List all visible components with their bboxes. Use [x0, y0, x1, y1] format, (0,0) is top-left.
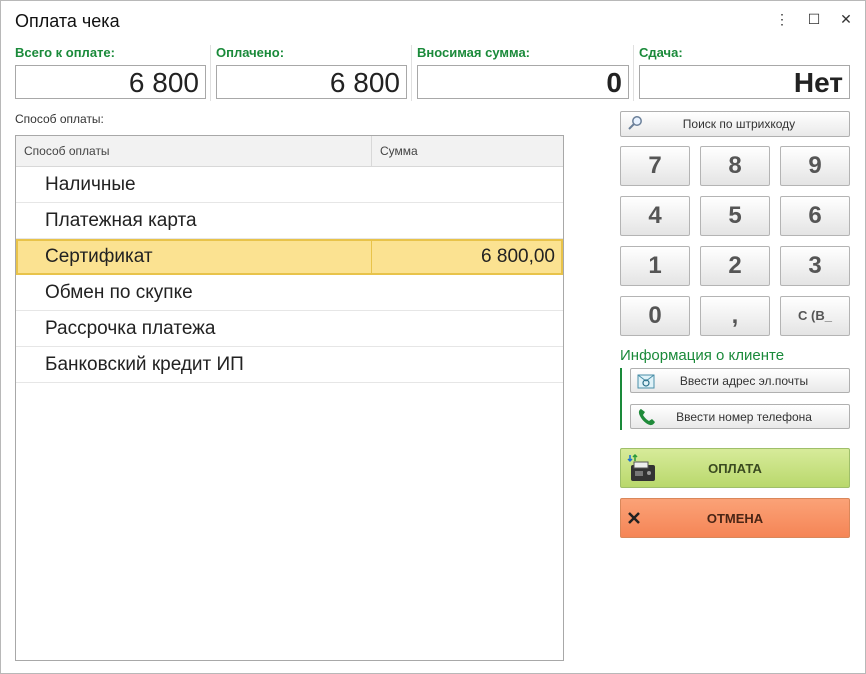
row-amount	[372, 347, 563, 382]
key-0[interactable]: 0	[620, 296, 690, 336]
key-8[interactable]: 8	[700, 146, 770, 186]
deposit-input[interactable]: 0	[417, 65, 629, 99]
key-comma[interactable]: ,	[700, 296, 770, 336]
row-amount	[372, 203, 563, 238]
divider	[411, 45, 412, 101]
table-row[interactable]: Наличные	[16, 167, 563, 203]
more-menu-icon[interactable]: ⋮	[775, 11, 789, 28]
pay-label: ОПЛАТА	[708, 460, 762, 476]
change-label: Сдача:	[639, 45, 683, 60]
table-row-selected[interactable]: Сертификат 6 800,00	[16, 239, 563, 275]
table-row[interactable]: Платежная карта	[16, 203, 563, 239]
total-value: 6 800	[15, 65, 206, 99]
row-amount	[372, 311, 563, 346]
close-x-icon	[627, 511, 663, 525]
row-method: Банковский кредит ИП	[45, 354, 244, 375]
divider	[633, 45, 634, 101]
window-title: Оплата чека	[15, 11, 120, 31]
row-amount	[372, 275, 563, 310]
table-row[interactable]: Рассрочка платежа	[16, 311, 563, 347]
payment-method-label: Способ оплаты:	[15, 112, 104, 126]
email-icon	[637, 372, 659, 390]
paid-label: Оплачено:	[216, 45, 285, 60]
cancel-label: ОТМЕНА	[706, 510, 764, 526]
key-1[interactable]: 1	[620, 246, 690, 286]
row-method: Рассрочка платежа	[45, 318, 216, 339]
row-method: Сертификат	[16, 239, 372, 274]
enter-email-button[interactable]: Ввести адрес эл.почты	[630, 368, 850, 393]
key-9[interactable]: 9	[780, 146, 850, 186]
enter-phone-label: Ввести номер телефона	[676, 409, 812, 424]
pay-button[interactable]: ОПЛАТА	[620, 448, 850, 488]
change-value: Нет	[639, 65, 850, 99]
phone-icon	[637, 407, 659, 427]
key-clear[interactable]: С (В_	[780, 296, 850, 336]
row-method: Обмен по скупке	[45, 282, 193, 303]
key-3[interactable]: 3	[780, 246, 850, 286]
paid-value: 6 800	[216, 65, 407, 99]
row-method: Платежная карта	[45, 210, 197, 231]
cash-register-icon	[627, 453, 663, 483]
payment-dialog: Оплата чека ⋮ ☐ ✕ Всего к оплате: 6 800 …	[0, 0, 866, 674]
row-method: Наличные	[45, 174, 136, 195]
divider	[210, 45, 211, 101]
payment-method-table: Способ оплаты Сумма Наличные Платежная к…	[15, 135, 564, 661]
barcode-search-button[interactable]: Поиск по штрихкоду	[620, 111, 850, 137]
enter-email-label: Ввести адрес эл.почты	[679, 373, 809, 388]
cancel-button[interactable]: ОТМЕНА	[620, 498, 850, 538]
total-label: Всего к оплате:	[15, 45, 115, 60]
row-amount	[372, 167, 563, 202]
column-header-amount[interactable]: Сумма	[372, 136, 563, 166]
row-amount: 6 800,00	[481, 246, 555, 267]
key-7[interactable]: 7	[620, 146, 690, 186]
magnifier-icon	[627, 115, 647, 134]
maximize-icon[interactable]: ☐	[807, 11, 821, 28]
key-2[interactable]: 2	[700, 246, 770, 286]
column-header-method[interactable]: Способ оплаты	[16, 136, 372, 166]
client-info-bar	[620, 368, 622, 430]
close-icon[interactable]: ✕	[839, 11, 853, 28]
enter-phone-button[interactable]: Ввести номер телефона	[630, 404, 850, 429]
client-info-title: Информация о клиенте	[620, 347, 785, 364]
key-6[interactable]: 6	[780, 196, 850, 236]
deposit-label: Вносимая сумма:	[417, 45, 531, 60]
window-controls: ⋮ ☐ ✕	[775, 11, 853, 28]
key-4[interactable]: 4	[620, 196, 690, 236]
table-row[interactable]: Банковский кредит ИП	[16, 347, 563, 383]
table-header: Способ оплаты Сумма	[16, 136, 563, 167]
key-5[interactable]: 5	[700, 196, 770, 236]
barcode-search-label: Поиск по штрихкоду	[682, 117, 796, 131]
table-row[interactable]: Обмен по скупке	[16, 275, 563, 311]
